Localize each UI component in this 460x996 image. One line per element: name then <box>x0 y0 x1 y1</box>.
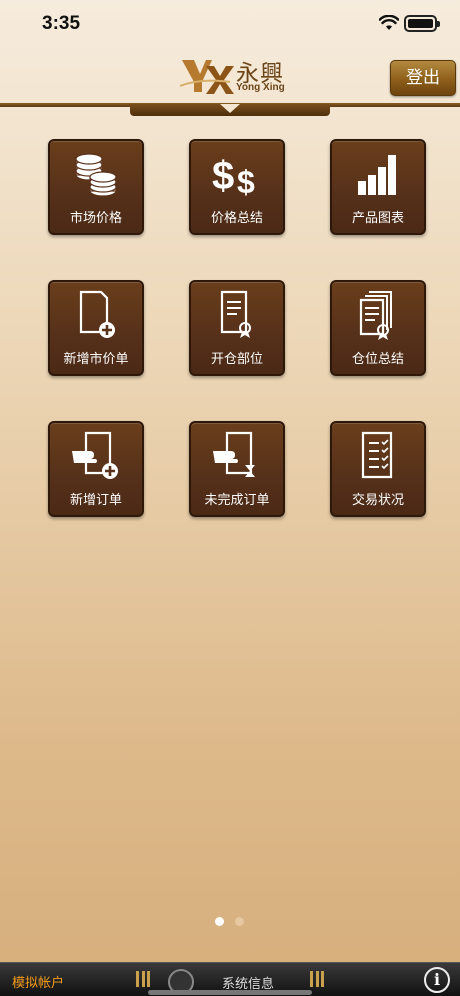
menu-tile-label: 产品图表 <box>351 211 404 226</box>
page-dot[interactable] <box>235 917 244 926</box>
menu-tile-label: 开仓部位 <box>210 352 263 367</box>
demo-account-label: 模拟帐户 <box>12 976 65 991</box>
menu-tile-label: 市场价格 <box>69 211 122 226</box>
grip-left-icon <box>136 971 150 987</box>
yx-logo-mark-icon <box>180 60 234 94</box>
menu-tile-market-price[interactable]: 市场价格 <box>48 139 144 235</box>
menu-tile-product-chart[interactable]: 产品图表 <box>330 139 426 235</box>
logo-english-text: Yong Xing <box>236 82 285 93</box>
menu-tile-label: 价格总结 <box>210 211 263 226</box>
svg-text:$: $ <box>212 154 234 197</box>
bar-chart-icon <box>358 155 396 195</box>
menu-tile-pending-orders[interactable]: 未完成订单 <box>189 421 285 517</box>
menu-tile-label: 新增订单 <box>69 493 122 508</box>
menu-tile-label: 仓位总结 <box>351 352 404 367</box>
grip-right-icon <box>310 971 324 987</box>
info-button[interactable]: i <box>424 967 450 993</box>
menu-tile-label: 新增市价单 <box>63 352 129 367</box>
checklist-icon <box>361 431 393 479</box>
chevron-down-icon <box>220 104 240 113</box>
svg-text:$: $ <box>237 164 255 197</box>
page-dot-active[interactable] <box>215 917 224 926</box>
menu-tile-open-positions[interactable]: 开仓部位 <box>189 280 285 376</box>
status-bar: 3:35 <box>0 0 460 48</box>
hand-add-order-icon <box>72 431 118 479</box>
page-indicator[interactable] <box>215 917 255 929</box>
dollar-signs-icon: $ $ <box>212 154 255 197</box>
app-header: 永興 Yong Xing 登出 <box>0 48 460 104</box>
yongxing-logo: 永興 Yong Xing <box>180 54 290 98</box>
logout-button[interactable]: 登出 <box>390 60 456 96</box>
menu-tile-label: 交易状况 <box>351 493 404 508</box>
menu-tile-position-summary[interactable]: 仓位总结 <box>330 280 426 376</box>
home-indicator <box>148 990 312 995</box>
stacked-certificates-icon <box>359 291 392 340</box>
bottom-bar: 模拟帐户 系统信息 i <box>0 962 460 996</box>
wifi-icon <box>379 15 399 30</box>
battery-icon <box>404 15 440 32</box>
menu-tile-label: 未完成订单 <box>204 493 270 508</box>
menu-tile-price-summary[interactable]: $ $ 价格总结 <box>189 139 285 235</box>
add-document-icon <box>79 290 115 338</box>
menu-tile-new-market-order[interactable]: 新增市价单 <box>48 280 144 376</box>
menu-tile-new-order[interactable]: 新增订单 <box>48 421 144 517</box>
certificate-document-icon <box>220 290 251 338</box>
hand-hourglass-icon <box>213 431 255 477</box>
menu-tile-trade-status[interactable]: 交易状况 <box>330 421 426 517</box>
status-time: 3:35 <box>42 13 81 34</box>
coins-stack-icon <box>75 153 117 197</box>
